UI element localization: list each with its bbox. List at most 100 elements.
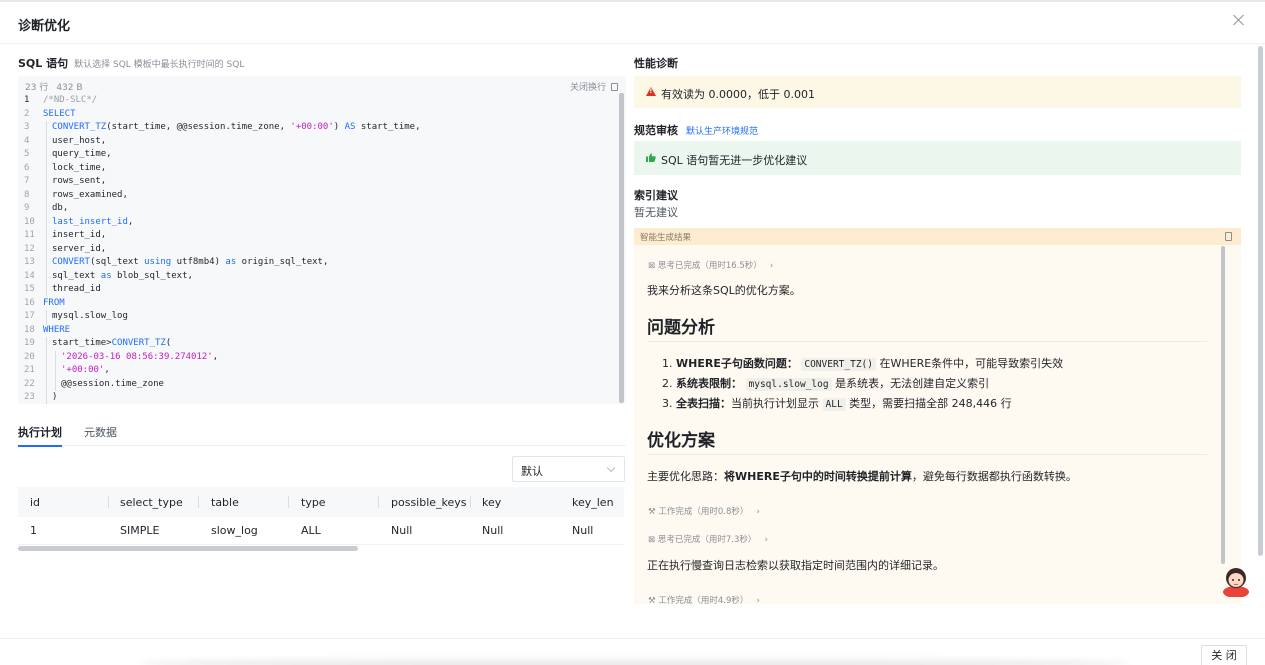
review-section-title: 规范审核 默认生产环境规范 <box>634 122 758 138</box>
editor-meta: 23 行 432 B <box>25 80 91 93</box>
code-line: 19 start_time>CONVERT_TZ( <box>18 337 421 351</box>
table-cell: 1 <box>30 524 37 537</box>
table-scrollbar[interactable] <box>18 546 358 551</box>
code-line: 20'2026-03-16 08:56:39.274012', <box>18 350 421 364</box>
thinking-step-label: 思考已完成（用时16.5秒） <box>657 261 762 271</box>
dialog-header: 诊断优化 <box>0 2 1265 44</box>
code-line: 7 rows_sent, <box>18 175 421 189</box>
problem-item-1: 1. WHERE子句函数问题： CONVERT_TZ() 在WHERE条件中，可… <box>662 357 1064 371</box>
code-line: 22 @@session.time_zone <box>18 377 421 391</box>
table-cell: Null <box>391 524 413 537</box>
wrench-icon: ⚒ <box>648 596 656 604</box>
problem-item-3: 3. 全表扫描：当前执行计划显示 ALL 类型，需要扫描全部 248,446 行 <box>662 397 1012 411</box>
col-header: type <box>301 495 326 509</box>
assistant-avatar-icon[interactable] <box>1221 565 1251 597</box>
table-row: 1 SIMPLE slow_log ALL Null Null Null <box>18 517 624 545</box>
code-line: 13 CONVERT(sql_text using utf8mb4) as ori… <box>18 256 421 270</box>
col-header: key <box>482 495 502 509</box>
problem-item-1-title: WHERE子句函数问题： <box>676 357 798 370</box>
chevron-down-icon <box>606 463 616 473</box>
code-line: 10 last_insert_id, <box>18 215 421 229</box>
thinking-icon: ⊠ <box>648 261 656 271</box>
table-header: id select_type table type possible_keys … <box>18 487 624 517</box>
code-line: 6 lock_time, <box>18 161 421 175</box>
table-cell: Null <box>572 524 594 537</box>
optimize-summary: 主要优化思路：将WHERE子句中的时间转换提前计算，避免每行数据都执行函数转换。 <box>647 468 1077 484</box>
problem-item-3-pre: 当前执行计划显示 <box>731 397 819 410</box>
heading-optimize: 优化方案 <box>647 431 715 451</box>
copy-icon[interactable] <box>1225 232 1232 241</box>
tab-execution-plan[interactable]: 执行计划 <box>18 424 62 447</box>
thinking-icon: ⊠ <box>648 535 656 545</box>
problem-item-2-text: 是系统表，无法创建自定义索引 <box>835 377 990 390</box>
code-line: 23) <box>18 391 421 404</box>
ai-result-header: 智能生成结果 <box>634 228 1241 245</box>
code-line: 17 mysql.slow_log <box>18 310 421 324</box>
thinking-step[interactable]: ⊠ 思考已完成（用时16.5秒） › <box>648 259 773 271</box>
code-line: 12 server_id, <box>18 242 421 256</box>
page-scrollbar[interactable] <box>1258 46 1263 556</box>
exec-text: 正在执行慢查询日志检索以获取指定时间范围内的详细记录。 <box>647 559 944 572</box>
col-header: table <box>211 495 239 509</box>
copy-icon[interactable] <box>611 83 618 91</box>
footer-shadow <box>140 657 1130 665</box>
tab-metadata[interactable]: 元数据 <box>84 424 117 440</box>
thinking-step-label: 思考已完成（用时7.3秒） <box>657 535 757 545</box>
code-line: 11 insert_id, <box>18 229 421 243</box>
problem-item-1-text: 在WHERE条件中，可能导致索引失效 <box>879 357 1064 370</box>
optimize-pre: 主要优化思路： <box>647 470 724 483</box>
sql-editor[interactable]: 23 行 432 B 关闭换行 1/*ND-SLC*/ 2 SELECT 3 CONV… <box>18 76 626 404</box>
table-cell: SIMPLE <box>120 524 160 537</box>
code-line: 15 thread_id <box>18 283 421 297</box>
index-empty: 暂无建议 <box>634 206 678 219</box>
problem-item-3-text: 类型，需要扫描全部 248,446 行 <box>849 397 1012 410</box>
ai-result-label: 智能生成结果 <box>640 233 692 243</box>
work-step-label: 工作完成（用时0.8秒） <box>658 507 749 517</box>
review-title: 规范审核 <box>634 124 678 137</box>
wrap-toggle[interactable]: 关闭换行 <box>570 80 618 93</box>
wrap-label: 关闭换行 <box>569 83 606 93</box>
divider <box>647 454 1207 455</box>
problem-item-2-title: 系统表限制： <box>676 377 742 390</box>
col-header: possible_keys <box>391 495 467 509</box>
divider <box>647 341 1207 342</box>
code-lines: 1/*ND-SLC*/ 2 SELECT 3 CONVERT_TZ(start_ti… <box>18 94 421 404</box>
problem-item-2: 2. 系统表限制： mysql.slow_log 是系统表，无法创建自定义索引 <box>662 377 990 391</box>
code-line: 21 '+00:00', <box>18 364 421 378</box>
close-icon[interactable] <box>1231 12 1247 28</box>
problem-item-1-code: CONVERT_TZ() <box>801 358 876 371</box>
code-line: 5 query_time, <box>18 148 421 162</box>
thinking-step[interactable]: ⊠ 思考已完成（用时7.3秒） › <box>648 533 768 545</box>
plan-select[interactable]: 默认 <box>512 456 625 482</box>
ai-scrollbar[interactable] <box>1221 246 1225 564</box>
wrench-icon: ⚒ <box>648 507 656 517</box>
optimize-rest: ，避免每行数据都执行函数转换。 <box>911 470 1077 483</box>
file-size: 432 B <box>56 83 83 93</box>
col-header: key_len <box>572 495 614 509</box>
close-button[interactable]: 关 闭 <box>1201 645 1247 665</box>
editor-scrollbar[interactable] <box>619 93 624 403</box>
problem-item-3-code: ALL <box>822 398 846 411</box>
code-line: 18 WHERE <box>24 324 71 335</box>
line-count: 23 行 <box>25 83 49 93</box>
review-rule-link[interactable]: 默认生产环境规范 <box>686 127 758 137</box>
dialog-footer <box>0 638 1265 665</box>
code-line: 2 SELECT <box>24 108 76 119</box>
perf-warning-text: 有效读为 0.0000，低于 0.001 <box>661 88 815 101</box>
table-cell: ALL <box>301 524 321 537</box>
heading-problem: 问题分析 <box>647 318 715 338</box>
warning-icon <box>646 87 656 96</box>
problem-item-2-code: mysql.slow_log <box>745 378 832 391</box>
work-step[interactable]: ⚒ 工作完成（用时0.8秒） › <box>648 505 760 517</box>
code-line: 16 FROM <box>24 297 65 308</box>
col-header: select_type <box>120 495 183 509</box>
thumbs-up-icon <box>646 153 656 162</box>
ai-intro: 我来分析这条SQL的优化方案。 <box>647 284 801 297</box>
sql-title: SQL 语句 <box>18 57 69 70</box>
ai-result-panel: 智能生成结果 ⊠ 思考已完成（用时16.5秒） › 我来分析这条SQL的优化方案… <box>634 228 1241 604</box>
work-step[interactable]: ⚒ 工作完成（用时4.9秒） › <box>648 594 760 604</box>
review-result: SQL 语句暂无进一步优化建议 <box>634 141 1241 175</box>
table-cell: Null <box>482 524 504 537</box>
plan-select-value: 默认 <box>521 465 543 478</box>
index-title: 索引建议 <box>634 189 678 202</box>
